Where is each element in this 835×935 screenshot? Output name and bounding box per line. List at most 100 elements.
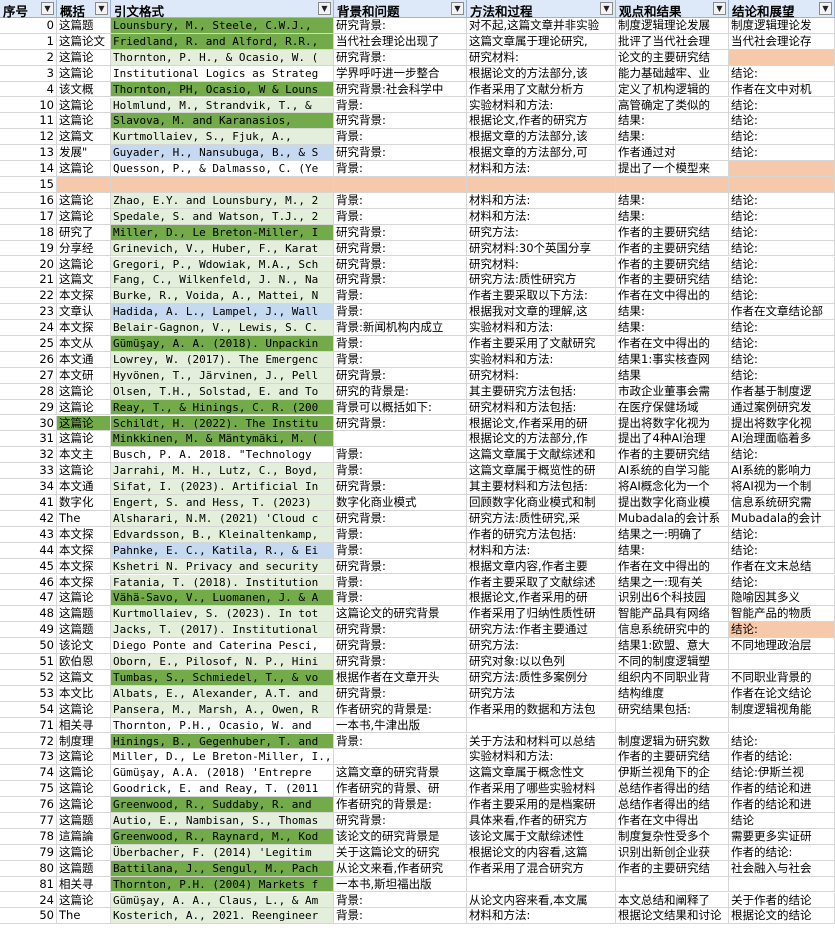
cell-summary[interactable]: 该文概 xyxy=(57,81,111,98)
cell-method[interactable]: 研究材料:30个英国分享 xyxy=(467,240,616,257)
cell-citation[interactable]: Hyvönen, T., Järvinen, J., Pell xyxy=(111,367,334,384)
cell-summary[interactable]: 这篇论 xyxy=(57,590,111,607)
cell-citation[interactable]: Fatania, T. (2018). Institution xyxy=(111,574,334,591)
cell-seq[interactable]: 73 xyxy=(0,749,57,766)
cell-conclusion[interactable] xyxy=(729,49,835,66)
cell-background[interactable]: 作者研究的背景、研 xyxy=(334,781,467,798)
cell-summary[interactable]: 本文探 xyxy=(57,288,111,305)
cell-results[interactable]: 提出了一个模型来 xyxy=(616,161,729,177)
cell-summary[interactable]: 分享经 xyxy=(57,240,111,257)
cell-method[interactable]: 研究方法: xyxy=(467,224,616,241)
cell-background[interactable]: 背景: xyxy=(334,192,467,209)
cell-citation[interactable]: Hinings, B., Gegenhuber, T. and xyxy=(111,733,334,750)
cell-method[interactable]: 材料和方法: xyxy=(467,542,616,559)
cell-citation[interactable]: Spedale, S. and Watson, T.J., 2 xyxy=(111,208,334,225)
cell-summary[interactable]: 本文通 xyxy=(57,479,111,495)
cell-summary[interactable]: 本文研 xyxy=(57,367,111,384)
cell-results[interactable]: 信息系统研究中的 xyxy=(616,622,729,639)
cell-method[interactable]: 根据文章的方法部分,该 xyxy=(467,129,616,146)
cell-background[interactable]: 根据作者在文章开头 xyxy=(334,669,467,686)
cell-results[interactable]: 论文的主要研究结 xyxy=(616,49,729,66)
cell-citation[interactable]: Schildt, H. (2022). The Institu xyxy=(111,415,334,432)
cell-citation[interactable]: Lounsbury, M., Steele, C.W.J., xyxy=(111,18,334,34)
cell-background[interactable]: 背景: xyxy=(334,336,467,352)
cell-seq[interactable]: 4 xyxy=(0,81,57,98)
cell-method[interactable]: 作者采用了归纳性质性研 xyxy=(467,606,616,623)
cell-results[interactable]: 将AI概念化为一个 xyxy=(616,479,729,495)
cell-citation[interactable]: Pansera, M., Marsh, A., Owen, R xyxy=(111,701,334,718)
cell-citation[interactable]: Holmlund, M., Strandvik, T., & xyxy=(111,97,334,114)
cell-seq[interactable]: 21 xyxy=(0,272,57,289)
cell-background[interactable]: 数字化商业模式 xyxy=(334,495,467,511)
cell-method[interactable]: 研究材料: xyxy=(467,367,616,384)
cell-results[interactable]: 提出了4种AI治理 xyxy=(616,431,729,448)
cell-background[interactable]: 背景:新闻机构内成立 xyxy=(334,320,467,336)
cell-summary[interactable]: 这篇文 xyxy=(57,129,111,146)
filter-dropdown-icon[interactable]: ▼ xyxy=(451,2,464,15)
cell-method[interactable]: 从论文内容来看,本文属 xyxy=(467,892,616,909)
cell-summary[interactable]: 这篇论 xyxy=(57,781,111,798)
cell-summary[interactable]: 这篇论 xyxy=(57,49,111,66)
cell-results[interactable]: 根据论文结果和讨论 xyxy=(616,908,729,925)
cell-citation[interactable]: Kosterich, A., 2021. Reengineer xyxy=(111,908,334,925)
cell-summary[interactable]: 这篇论 xyxy=(57,208,111,225)
cell-citation[interactable]: Gümüşay, A.A. (2018) 'Entrepre xyxy=(111,765,334,782)
cell-seq[interactable]: 46 xyxy=(0,574,57,591)
cell-citation[interactable]: Pahnke, E. C., Katila, R., & Ei xyxy=(111,542,334,559)
cell-seq[interactable]: 50 xyxy=(0,908,57,925)
cell-results[interactable]: 作者的主要研究结 xyxy=(616,860,729,877)
cell-summary[interactable]: 这篇文 xyxy=(57,669,111,686)
cell-citation[interactable]: Fang, C., Wilkenfeld, J. N., Na xyxy=(111,272,334,289)
cell-seq[interactable]: 10 xyxy=(0,97,57,114)
cell-conclusion[interactable]: 根据论文的结论 xyxy=(729,908,835,925)
cell-background[interactable]: 背景可以概括如下: xyxy=(334,399,467,416)
cell-conclusion[interactable]: 通过案例研究发 xyxy=(729,399,835,416)
cell-method[interactable]: 研究方法:质性研究方 xyxy=(467,272,616,289)
cell-background[interactable]: 研究背景: xyxy=(334,145,467,162)
cell-seq[interactable]: 41 xyxy=(0,495,57,511)
cell-seq[interactable]: 14 xyxy=(0,161,57,177)
cell-method[interactable]: 该论文属于文献综述性 xyxy=(467,828,616,845)
cell-method[interactable]: 研究对象:以以色列 xyxy=(467,654,616,670)
cell-results[interactable]: AI系统的自学习能 xyxy=(616,463,729,480)
cell-seq[interactable]: 43 xyxy=(0,526,57,543)
cell-background[interactable]: 关于这篇论文的研究 xyxy=(334,844,467,861)
cell-results[interactable]: 作者的主要研究结 xyxy=(616,224,729,241)
cell-summary[interactable]: 该论文 xyxy=(57,638,111,654)
cell-background[interactable]: 背景: xyxy=(334,463,467,480)
cell-summary[interactable]: 相关寻 xyxy=(57,876,111,893)
cell-summary[interactable]: 这篇论 xyxy=(57,463,111,480)
cell-seq[interactable]: 24 xyxy=(0,892,57,909)
cell-background[interactable]: 背景: xyxy=(334,208,467,225)
cell-citation[interactable]: Vähä-Savo, V., Luomanen, J. & A xyxy=(111,590,334,607)
cell-conclusion[interactable]: 结论: xyxy=(729,240,835,257)
cell-summary[interactable]: 相关寻 xyxy=(57,717,111,734)
cell-results[interactable]: 作者在文中得出 xyxy=(616,813,729,829)
cell-conclusion[interactable]: 结论: xyxy=(729,65,835,82)
cell-summary[interactable]: 这篇论 xyxy=(57,797,111,813)
cell-results[interactable]: 能力基础越牢、业 xyxy=(616,65,729,82)
cell-conclusion[interactable]: Mubadala的会计 xyxy=(729,510,835,527)
cell-method[interactable]: 研究方法:质性研究,采 xyxy=(467,510,616,527)
cell-seq[interactable]: 48 xyxy=(0,606,57,623)
cell-seq[interactable]: 22 xyxy=(0,288,57,305)
cell-conclusion[interactable]: 结论: xyxy=(729,526,835,543)
cell-method[interactable]: 作者采用了哪些实验材料 xyxy=(467,781,616,798)
cell-background[interactable]: 研究背景: xyxy=(334,367,467,384)
cell-seq[interactable]: 31 xyxy=(0,431,57,448)
cell-results[interactable]: 作者的主要研究结 xyxy=(616,749,729,766)
cell-method[interactable]: 作者采用了混合研究方 xyxy=(467,860,616,877)
cell-summary[interactable]: 这篇论 xyxy=(57,256,111,273)
cell-conclusion[interactable] xyxy=(729,161,835,177)
cell-summary[interactable]: 这篇论 xyxy=(57,65,111,82)
cell-background[interactable]: 研究背景: xyxy=(334,49,467,66)
cell-summary[interactable]: 欧伯恩 xyxy=(57,654,111,670)
cell-summary[interactable]: 这篇论 xyxy=(57,192,111,209)
filter-dropdown-icon[interactable]: ▼ xyxy=(819,2,832,15)
cell-seq[interactable]: 47 xyxy=(0,590,57,607)
cell-method[interactable]: 根据论文,作者采用的研 xyxy=(467,415,616,432)
cell-seq[interactable]: 78 xyxy=(0,828,57,845)
filter-dropdown-icon[interactable]: ▼ xyxy=(713,2,726,15)
cell-background[interactable]: 研究背景: xyxy=(334,272,467,289)
cell-summary[interactable]: 这篇论 xyxy=(57,749,111,766)
